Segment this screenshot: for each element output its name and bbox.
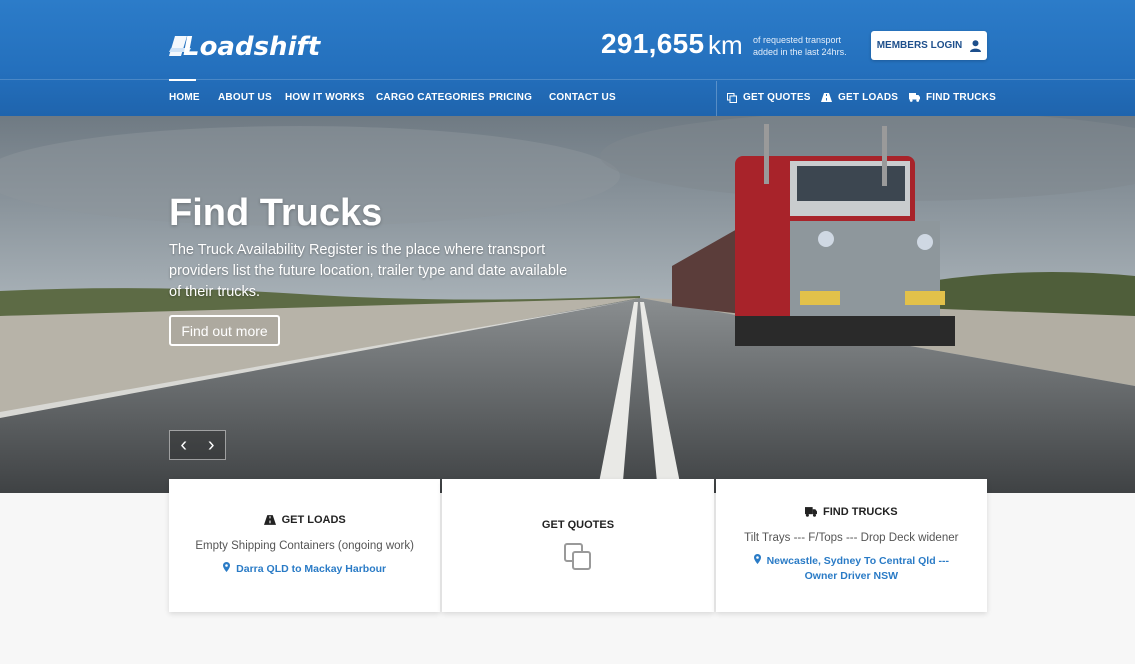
truck-icon bbox=[909, 93, 920, 102]
members-login-button[interactable]: MEMBERS LOGIN bbox=[871, 31, 987, 60]
svg-text:Loadshift: Loadshift bbox=[183, 32, 322, 62]
hero-description: The Truck Availability Register is the p… bbox=[169, 242, 568, 300]
nav-home[interactable]: HOME bbox=[169, 79, 200, 103]
slider-prev-button[interactable]: ‹ bbox=[180, 435, 187, 455]
nav-get-quotes[interactable]: GET QUOTES bbox=[727, 92, 811, 103]
nav-pricing[interactable]: PRICING bbox=[489, 92, 532, 103]
map-pin-icon bbox=[223, 562, 231, 572]
feature-cards: GET LOADS Empty Shipping Containers (ong… bbox=[169, 479, 987, 612]
main-nav: HOME ABOUT US HOW IT WORKS CARGO CATEGOR… bbox=[0, 79, 1135, 116]
road-icon bbox=[263, 515, 276, 525]
site-header: Loadshift 291,655 km of requested transp… bbox=[0, 0, 1135, 116]
card-get-loads-header: GET LOADS bbox=[169, 514, 440, 526]
nav-get-loads[interactable]: GET LOADS bbox=[821, 92, 898, 103]
nav-divider bbox=[716, 81, 717, 116]
card-get-loads-link[interactable]: Darra QLD to Mackay Harbour bbox=[169, 562, 440, 577]
road-icon bbox=[821, 93, 832, 102]
nav-cargo-categories[interactable]: CARGO CATEGORIES bbox=[376, 92, 485, 103]
slider-next-button[interactable]: › bbox=[208, 435, 215, 455]
card-get-loads[interactable]: GET LOADS Empty Shipping Containers (ong… bbox=[169, 479, 441, 612]
card-get-loads-text: Empty Shipping Containers (ongoing work) bbox=[195, 540, 414, 552]
hero-slider: Find Trucks The Truck Availability Regis… bbox=[0, 116, 1135, 493]
transport-stat-description: of requested transport added in the last… bbox=[753, 35, 847, 57]
hero-title: Find Trucks bbox=[169, 192, 383, 234]
card-find-trucks-link[interactable]: Newcastle, Sydney To Central Qld --- Own… bbox=[716, 554, 987, 584]
transport-km-unit: km bbox=[708, 30, 743, 60]
transport-km-count: 291,655 bbox=[601, 28, 705, 59]
card-find-trucks[interactable]: FIND TRUCKS Tilt Trays --- F/Tops --- Dr… bbox=[715, 479, 987, 612]
map-pin-icon bbox=[753, 554, 761, 564]
truck-icon bbox=[805, 507, 818, 517]
loadshift-logo[interactable]: Loadshift bbox=[169, 30, 379, 62]
header-top-row: Loadshift 291,655 km of requested transp… bbox=[0, 0, 1135, 80]
find-out-more-button[interactable]: Find out more bbox=[169, 315, 280, 346]
copy-icon bbox=[563, 543, 591, 570]
members-login-label: MEMBERS LOGIN bbox=[876, 40, 963, 51]
nav-about-us[interactable]: ABOUT US bbox=[218, 92, 272, 103]
card-get-quotes[interactable]: GET QUOTES bbox=[442, 479, 714, 612]
user-icon bbox=[970, 39, 982, 52]
card-get-quotes-header: GET QUOTES bbox=[541, 519, 615, 531]
nav-contact-us[interactable]: CONTACT US bbox=[549, 92, 616, 103]
card-find-trucks-header: FIND TRUCKS bbox=[716, 506, 987, 518]
copy-icon bbox=[727, 92, 737, 103]
card-find-trucks-text: Tilt Trays --- F/Tops --- Drop Deck wide… bbox=[744, 532, 959, 544]
nav-how-it-works[interactable]: HOW IT WORKS bbox=[285, 92, 365, 103]
slider-controls: ‹ › bbox=[169, 430, 226, 460]
nav-find-trucks[interactable]: FIND TRUCKS bbox=[909, 92, 996, 103]
